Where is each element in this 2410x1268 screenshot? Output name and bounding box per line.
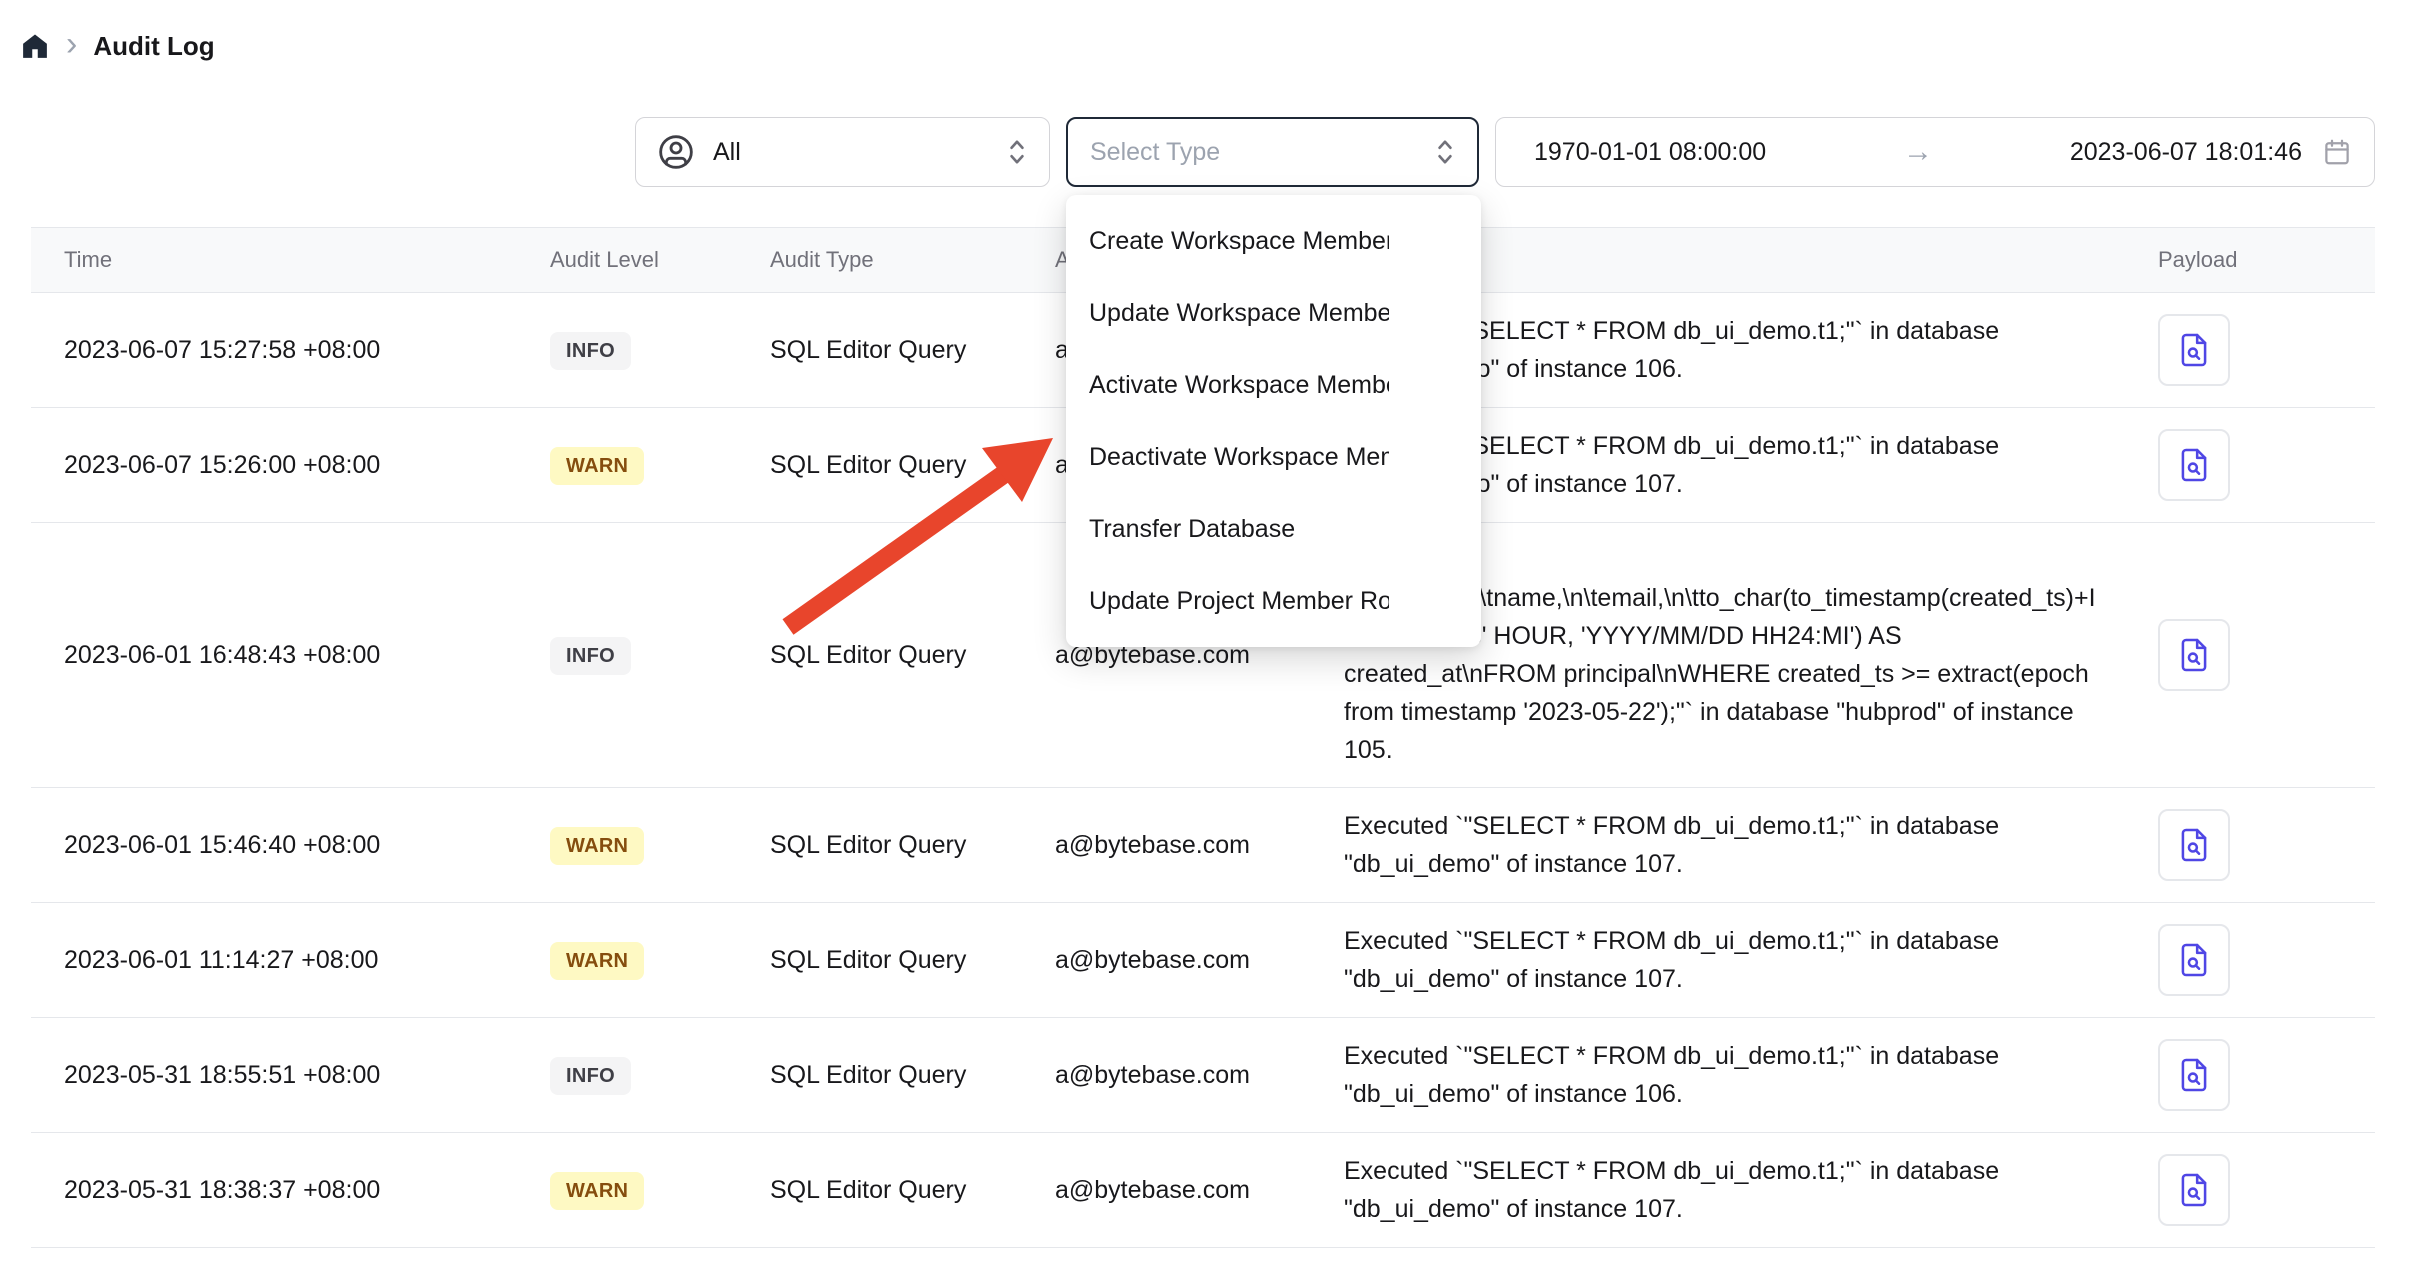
file-search-icon xyxy=(2175,331,2213,369)
date-range-end: 2023-06-07 18:01:46 xyxy=(2070,138,2302,167)
cell-comment: Executed `"SELECT * FROM db_ui_demo.t1;"… xyxy=(1330,1134,2130,1246)
dropdown-option-label: Transfer Database xyxy=(1089,515,1389,544)
audit-level-badge: WARN xyxy=(550,942,644,980)
cell-actor: a@bytebase.com xyxy=(1055,808,1330,882)
cell-audit-type: SQL Editor Query xyxy=(770,923,1055,997)
home-icon[interactable] xyxy=(20,31,50,61)
column-header-time: Time xyxy=(31,247,540,273)
calendar-icon xyxy=(2322,137,2352,167)
breadcrumb: › Audit Log xyxy=(0,0,2410,92)
payload-view-button[interactable] xyxy=(2158,924,2230,996)
payload-view-button[interactable] xyxy=(2158,1039,2230,1111)
cell-actor: a@bytebase.com xyxy=(1055,923,1330,997)
column-header-level: Audit Level xyxy=(540,247,770,273)
dropdown-option[interactable]: Update Project Member Role xyxy=(1066,565,1481,637)
cell-time: 2023-05-31 18:55:51 +08:00 xyxy=(31,1038,540,1112)
payload-view-button[interactable] xyxy=(2158,619,2230,691)
cell-audit-type: SQL Editor Query xyxy=(770,313,1055,387)
user-circle-icon xyxy=(656,132,696,172)
dropdown-option-label: Create Workspace Member xyxy=(1089,227,1389,256)
dropdown-option-label: Update Workspace Member xyxy=(1089,299,1389,328)
payload-view-button[interactable] xyxy=(2158,1154,2230,1226)
audit-type-filter-select[interactable]: Select Type xyxy=(1066,117,1479,187)
table-row: 2023-05-31 18:38:37 +08:00 WARN SQL Edit… xyxy=(31,1133,2375,1248)
audit-level-badge: WARN xyxy=(550,1172,644,1210)
dropdown-option[interactable]: Transfer Database xyxy=(1066,493,1481,565)
audit-type-placeholder: Select Type xyxy=(1090,138,1220,167)
cell-comment: Executed `"SELECT * FROM db_ui_demo.t1;"… xyxy=(1330,789,2130,901)
cell-comment: Executed `"SELECT * FROM db_ui_demo.t1;"… xyxy=(1330,904,2130,1016)
payload-view-button[interactable] xyxy=(2158,429,2230,501)
date-range-arrow-icon: → xyxy=(1766,135,2070,169)
file-search-icon xyxy=(2175,941,2213,979)
cell-time: 2023-06-01 15:46:40 +08:00 xyxy=(31,808,540,882)
cell-comment: Executed `"SELECT * FROM db_ui_demo.t1;"… xyxy=(1330,1019,2130,1131)
actor-filter-value: All xyxy=(713,138,741,167)
dropdown-option[interactable]: Update Workspace Member xyxy=(1066,277,1481,349)
column-header-payload: Payload xyxy=(2130,247,2375,273)
cell-time: 2023-06-07 15:27:58 +08:00 xyxy=(31,313,540,387)
actor-filter-select[interactable]: All xyxy=(635,117,1050,187)
date-range-start: 1970-01-01 08:00:00 xyxy=(1534,138,1766,167)
table-row: 2023-06-01 11:14:27 +08:00 WARN SQL Edit… xyxy=(31,903,2375,1018)
audit-level-badge: WARN xyxy=(550,827,644,865)
page-title: Audit Log xyxy=(93,31,214,62)
cell-actor: a@bytebase.com xyxy=(1055,1038,1330,1112)
dropdown-option[interactable]: Activate Workspace Member xyxy=(1066,349,1481,421)
cell-time: 2023-05-31 18:38:37 +08:00 xyxy=(31,1153,540,1227)
cell-audit-type: SQL Editor Query xyxy=(770,1153,1055,1227)
cell-actor: a@bytebase.com xyxy=(1055,1153,1330,1227)
payload-view-button[interactable] xyxy=(2158,314,2230,386)
table-row: 2023-06-01 15:46:40 +08:00 WARN SQL Edit… xyxy=(31,788,2375,903)
dropdown-option[interactable]: Deactivate Workspace Member xyxy=(1066,421,1481,493)
audit-type-dropdown: Create Workspace Member Update Workspace… xyxy=(1066,195,1481,647)
payload-view-button[interactable] xyxy=(2158,809,2230,881)
date-range-picker[interactable]: 1970-01-01 08:00:00 → 2023-06-07 18:01:4… xyxy=(1495,117,2375,187)
cell-audit-type: SQL Editor Query xyxy=(770,1038,1055,1112)
chevron-up-down-icon xyxy=(1005,135,1029,169)
cell-time: 2023-06-01 16:48:43 +08:00 xyxy=(31,618,540,692)
file-search-icon xyxy=(2175,826,2213,864)
table-row: 2023-05-31 18:55:51 +08:00 INFO SQL Edit… xyxy=(31,1018,2375,1133)
cell-time: 2023-06-01 11:14:27 +08:00 xyxy=(31,923,540,997)
dropdown-option-label: Update Project Member Role xyxy=(1089,587,1389,616)
audit-level-badge: INFO xyxy=(550,637,631,675)
dropdown-option-label: Activate Workspace Member xyxy=(1089,371,1389,400)
cell-time: 2023-06-07 15:26:00 +08:00 xyxy=(31,428,540,502)
cell-audit-type: SQL Editor Query xyxy=(770,808,1055,882)
file-search-icon xyxy=(2175,446,2213,484)
file-search-icon xyxy=(2175,1171,2213,1209)
audit-level-badge: INFO xyxy=(550,1057,631,1095)
file-search-icon xyxy=(2175,1056,2213,1094)
breadcrumb-separator-icon: › xyxy=(66,27,77,65)
cell-audit-type: SQL Editor Query xyxy=(770,618,1055,692)
chevron-up-down-icon xyxy=(1433,135,1457,169)
audit-level-badge: INFO xyxy=(550,332,631,370)
audit-level-badge: WARN xyxy=(550,447,644,485)
dropdown-option[interactable]: Create Workspace Member xyxy=(1066,205,1481,277)
column-header-type: Audit Type xyxy=(770,247,1055,273)
file-search-icon xyxy=(2175,636,2213,674)
filter-bar: All Select Type 1970-01-01 08:00:00 → 20… xyxy=(0,117,2410,187)
dropdown-option-label: Deactivate Workspace Member xyxy=(1089,443,1389,472)
cell-audit-type: SQL Editor Query xyxy=(770,428,1055,502)
